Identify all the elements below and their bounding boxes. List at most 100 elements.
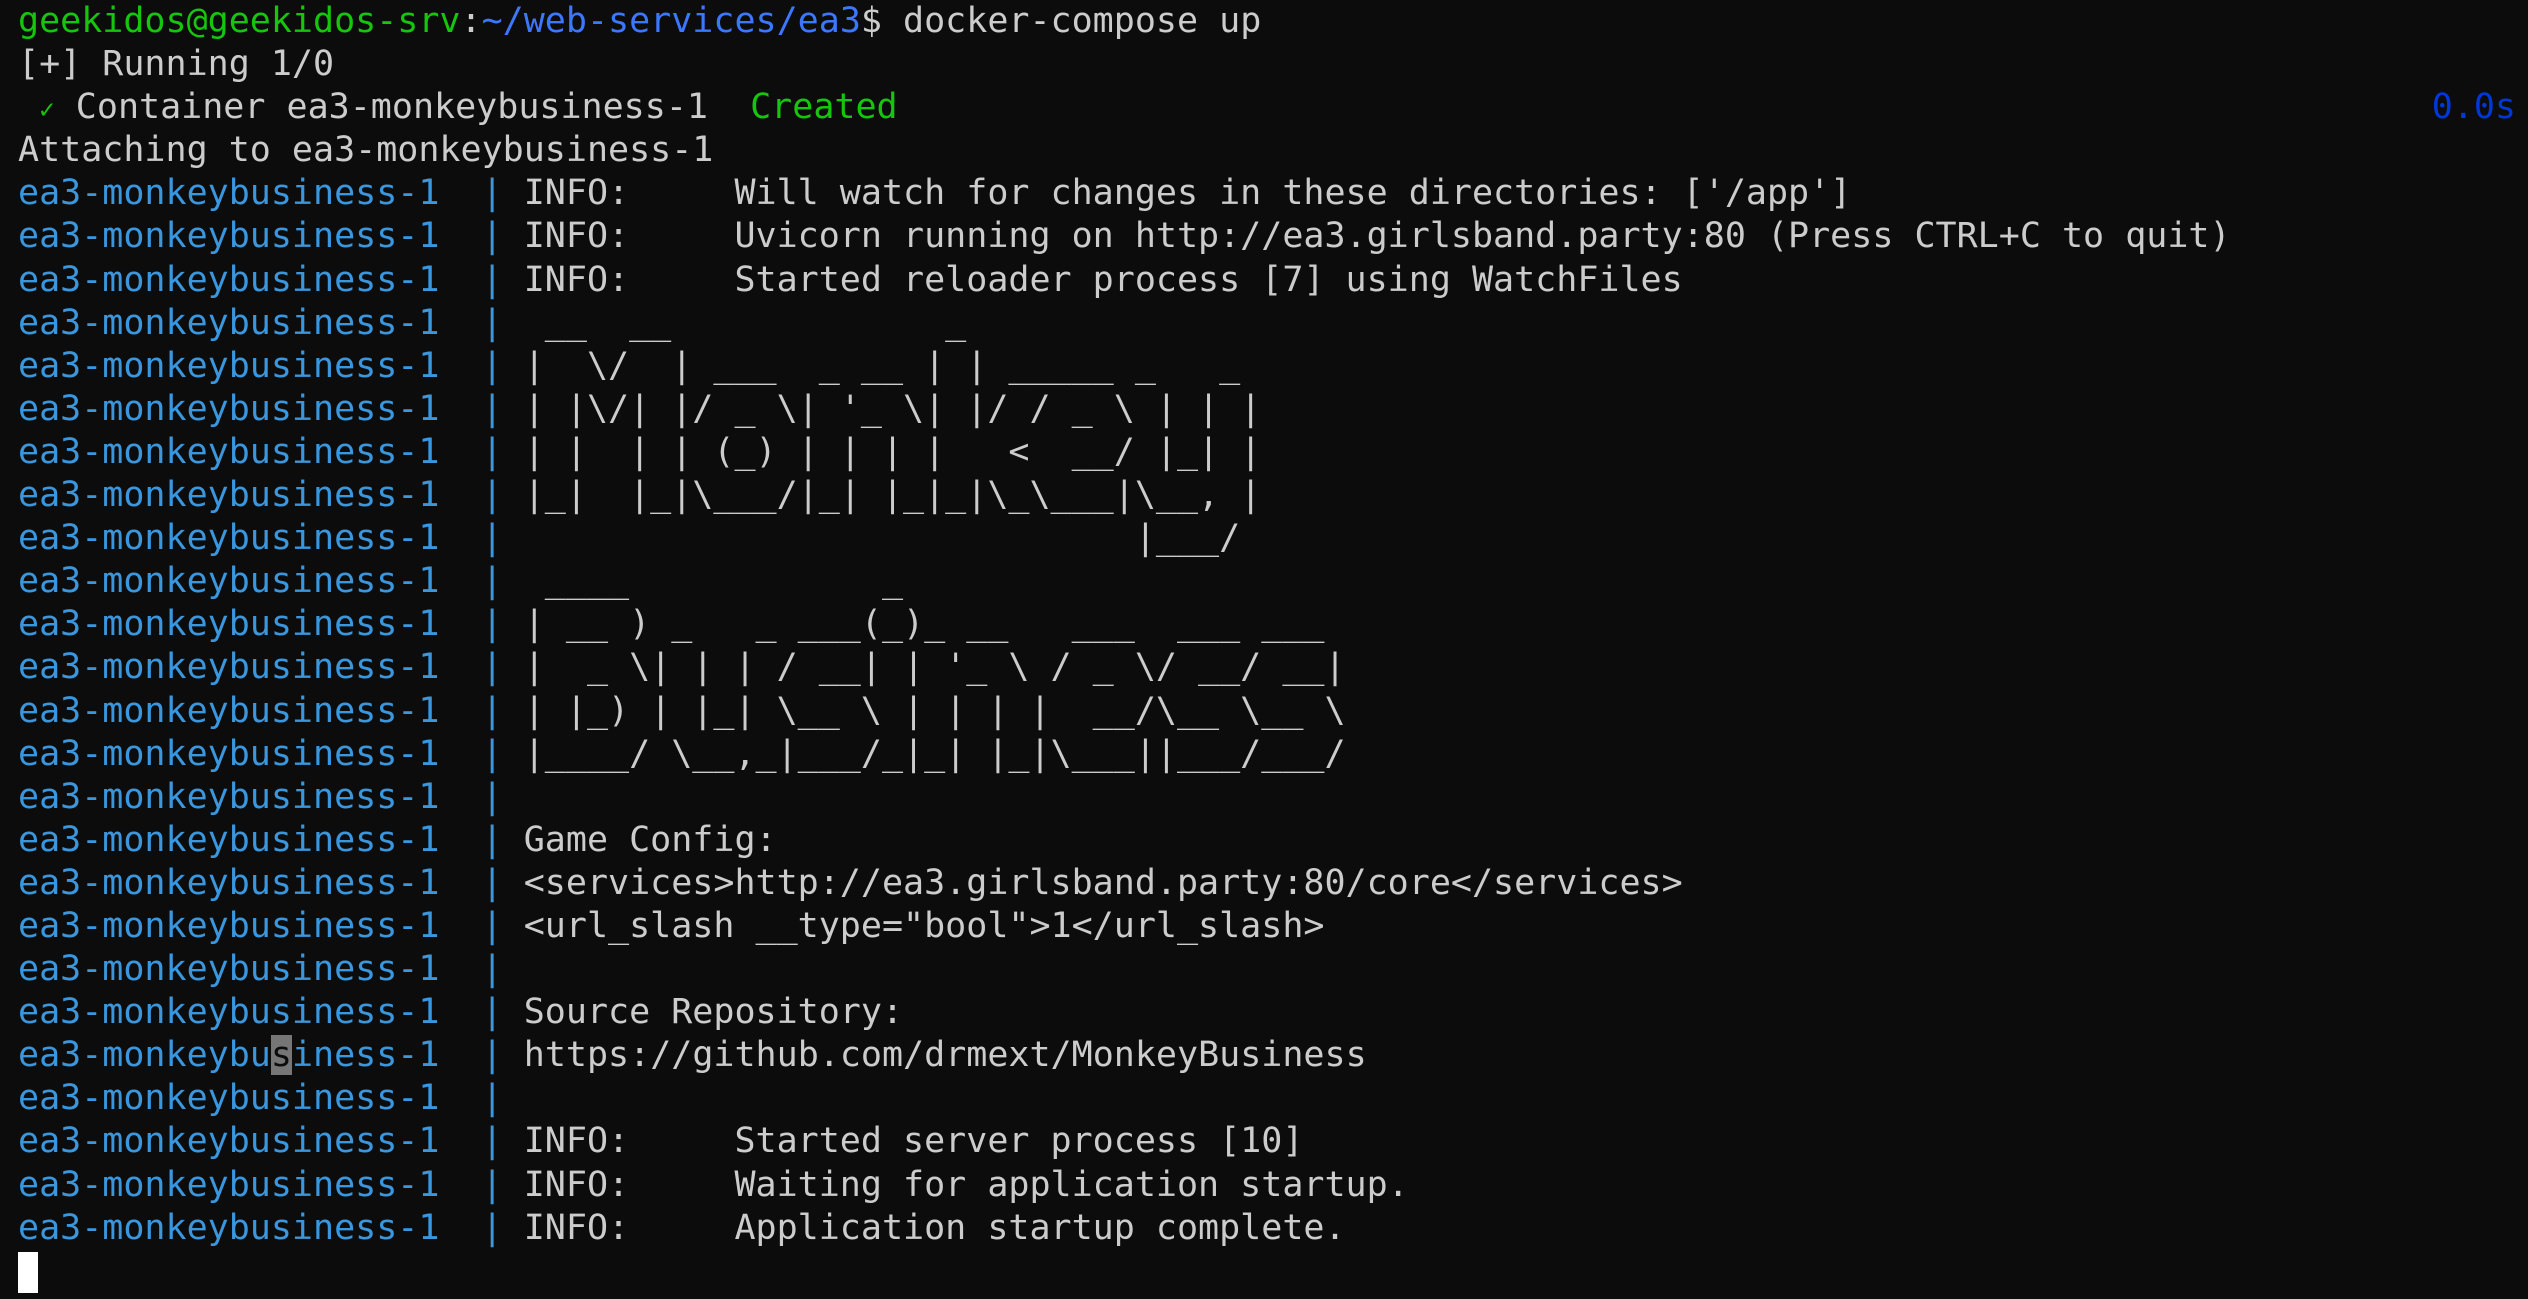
log-separator: |	[439, 561, 524, 602]
log-message: INFO: Will watch for changes in these di…	[523, 173, 1852, 214]
service-prefix: ea3-monkeybusiness-1	[18, 216, 440, 257]
prompt-line: geekidos@geekidos-srv:~/web-services/ea3…	[18, 0, 2528, 43]
log-message: <url_slash __type="bool">1</url_slash>	[523, 905, 1325, 946]
log-separator: |	[439, 604, 524, 645]
log-line: ea3-monkeybusiness-1 | Game Config:	[18, 819, 2528, 862]
log-line: ea3-monkeybusiness-1 | INFO: Application…	[18, 1207, 2528, 1250]
cursor-line	[18, 1250, 2528, 1293]
log-line: ea3-monkeybusiness-1 | |___/	[18, 517, 2528, 560]
log-message: INFO: Started server process [10]	[523, 1121, 1304, 1162]
log-separator: |	[439, 862, 524, 903]
log-line: ea3-monkeybusiness-1 |	[18, 948, 2528, 991]
service-prefix: ea3-monkeybusiness-1	[18, 1035, 440, 1076]
service-prefix: ea3-monkeybusiness-1	[18, 1078, 440, 1119]
log-line: ea3-monkeybusiness-1 | | | | | (_) | | |…	[18, 431, 2528, 474]
log-separator: |	[439, 905, 524, 946]
attaching-line: Attaching to ea3-monkeybusiness-1	[18, 130, 714, 171]
log-line: ea3-monkeybusiness-1 |	[18, 1077, 2528, 1120]
log-line: ea3-monkeybusiness-1 | ____ _	[18, 560, 2528, 603]
log-message: | | | | (_) | | | | < __/ |_| |	[523, 431, 1262, 472]
service-prefix: ea3-monkeybusiness-1	[18, 388, 440, 429]
log-line: ea3-monkeybusiness-1 | | __ ) _ _ ___(_)…	[18, 603, 2528, 646]
log-separator: |	[439, 259, 524, 300]
service-prefix: ea3-monkeybusiness-1	[18, 475, 440, 516]
log-separator: |	[439, 776, 524, 817]
service-prefix: ea3-monkeybusiness-1	[18, 1207, 440, 1248]
prompt-symbol: $	[860, 1, 882, 41]
log-message: __ __ _	[523, 302, 967, 343]
log-separator: |	[439, 647, 524, 688]
log-message: INFO: Waiting for application startup.	[523, 1164, 1409, 1205]
log-line: ea3-monkeybusiness-1 | | |_) | |_| \__ \…	[18, 690, 2528, 733]
log-separator: |	[439, 1164, 524, 1205]
log-message: |____/ \__,_|___/_|_| |_|\___||___/___/	[523, 733, 1346, 774]
log-line: ea3-monkeybusiness-1 | |____/ \__,_|___/…	[18, 733, 2528, 776]
log-message: INFO: Uvicorn running on http://ea3.girl…	[523, 216, 2231, 257]
log-message: | _ \| | | / __| | '_ \ / _ \/ __/ __|	[523, 647, 1346, 688]
log-separator: |	[439, 1035, 524, 1076]
container-status: Created	[750, 87, 898, 128]
log-line: ea3-monkeybusiness-1 | | |\/| |/ _ \| '_…	[18, 388, 2528, 431]
log-line: ea3-monkeybusiness-1 | <services>http://…	[18, 862, 2528, 905]
service-prefix: ea3-monkeybusiness-1	[18, 604, 440, 645]
cursor-block	[18, 1251, 38, 1293]
log-message: |___/	[523, 518, 1241, 559]
service-prefix: ea3-monkeybusiness-1	[18, 992, 440, 1033]
log-separator: |	[439, 173, 524, 214]
service-prefix: ea3-monkeybusiness-1	[18, 949, 440, 990]
log-line: ea3-monkeybusiness-1 | https://github.co…	[18, 1034, 2528, 1077]
log-separator: |	[439, 1207, 524, 1248]
log-message: Source Repository:	[523, 992, 904, 1033]
log-output: ea3-monkeybusiness-1 | INFO: Will watch …	[18, 172, 2528, 1249]
log-message: | |_) | |_| \__ \ | | | | __/\__ \__ \	[523, 690, 1346, 731]
service-prefix: ea3-monkeybusiness-1	[18, 302, 440, 343]
service-prefix: ea3-monkeybusiness-1	[18, 1164, 440, 1205]
log-message: | __ ) _ _ ___(_)_ __ ___ ___ ___	[523, 604, 1325, 645]
terminal-window[interactable]: geekidos@geekidos-srv:~/web-services/ea3…	[0, 0, 2528, 1299]
log-line: ea3-monkeybusiness-1 | |_| |_|\___/|_| |…	[18, 474, 2528, 517]
log-separator: |	[439, 345, 524, 386]
service-prefix: ea3-monkeybusiness-1	[18, 733, 440, 774]
compose-container-line: ✓ Container ea3-monkeybusiness-1 Created…	[18, 86, 2528, 129]
log-line: ea3-monkeybusiness-1 | __ __ _	[18, 302, 2528, 345]
service-prefix: ea3-monkeybusiness-1	[18, 1121, 440, 1162]
service-prefix: ea3-monkeybusiness-1	[18, 776, 440, 817]
log-separator: |	[439, 388, 524, 429]
service-prefix: ea3-monkeybusiness-1	[18, 431, 440, 472]
service-prefix: ea3-monkeybusiness-1	[18, 173, 440, 214]
service-prefix: ea3-monkeybusiness-1	[18, 518, 440, 559]
log-separator: |	[439, 949, 524, 990]
log-message: Game Config:	[523, 819, 777, 860]
log-line: ea3-monkeybusiness-1 | | \/ | ___ _ __ |…	[18, 345, 2528, 388]
log-line: ea3-monkeybusiness-1 |	[18, 776, 2528, 819]
log-separator: |	[439, 690, 524, 731]
container-duration: 0.0s	[2431, 87, 2516, 128]
log-line: ea3-monkeybusiness-1 | <url_slash __type…	[18, 905, 2528, 948]
log-message: ____ _	[523, 561, 904, 602]
service-prefix: ea3-monkeybusiness-1	[18, 690, 440, 731]
log-message: INFO: Started reloader process [7] using…	[523, 259, 1683, 300]
log-message: | |\/| |/ _ \| '_ \| |/ / _ \ | | |	[523, 388, 1262, 429]
container-text: Container ea3-monkeybusiness-1	[54, 87, 751, 128]
log-separator: |	[439, 992, 524, 1033]
log-separator: |	[439, 1078, 524, 1119]
log-separator: |	[439, 475, 524, 516]
service-prefix: ea3-monkeybusiness-1	[18, 647, 440, 688]
selection-highlight: s	[270, 1035, 292, 1076]
log-message: | \/ | ___ _ __ | | _____ _ _	[523, 345, 1241, 386]
prompt-separator: :	[460, 1, 482, 41]
log-line: ea3-monkeybusiness-1 | INFO: Uvicorn run…	[18, 215, 2528, 258]
log-message: |_| |_|\___/|_| |_|_|\_\___|\__, |	[523, 475, 1262, 516]
prompt-path: ~/web-services/ea3	[481, 1, 861, 41]
prompt-user-host: geekidos@geekidos-srv	[18, 1, 461, 41]
check-icon: ✓	[39, 95, 55, 126]
service-prefix: ea3-monkeybusiness-1	[18, 819, 440, 860]
log-separator: |	[439, 518, 524, 559]
log-separator: |	[439, 216, 524, 257]
log-message: <services>http://ea3.girlsband.party:80/…	[523, 862, 1683, 903]
log-line: ea3-monkeybusiness-1 | INFO: Waiting for…	[18, 1164, 2528, 1207]
service-prefix: ea3-monkeybusiness-1	[18, 862, 440, 903]
log-line: ea3-monkeybusiness-1 | | _ \| | | / __| …	[18, 646, 2528, 689]
log-line: ea3-monkeybusiness-1 | Source Repository…	[18, 991, 2528, 1034]
service-prefix: ea3-monkeybusiness-1	[18, 905, 440, 946]
